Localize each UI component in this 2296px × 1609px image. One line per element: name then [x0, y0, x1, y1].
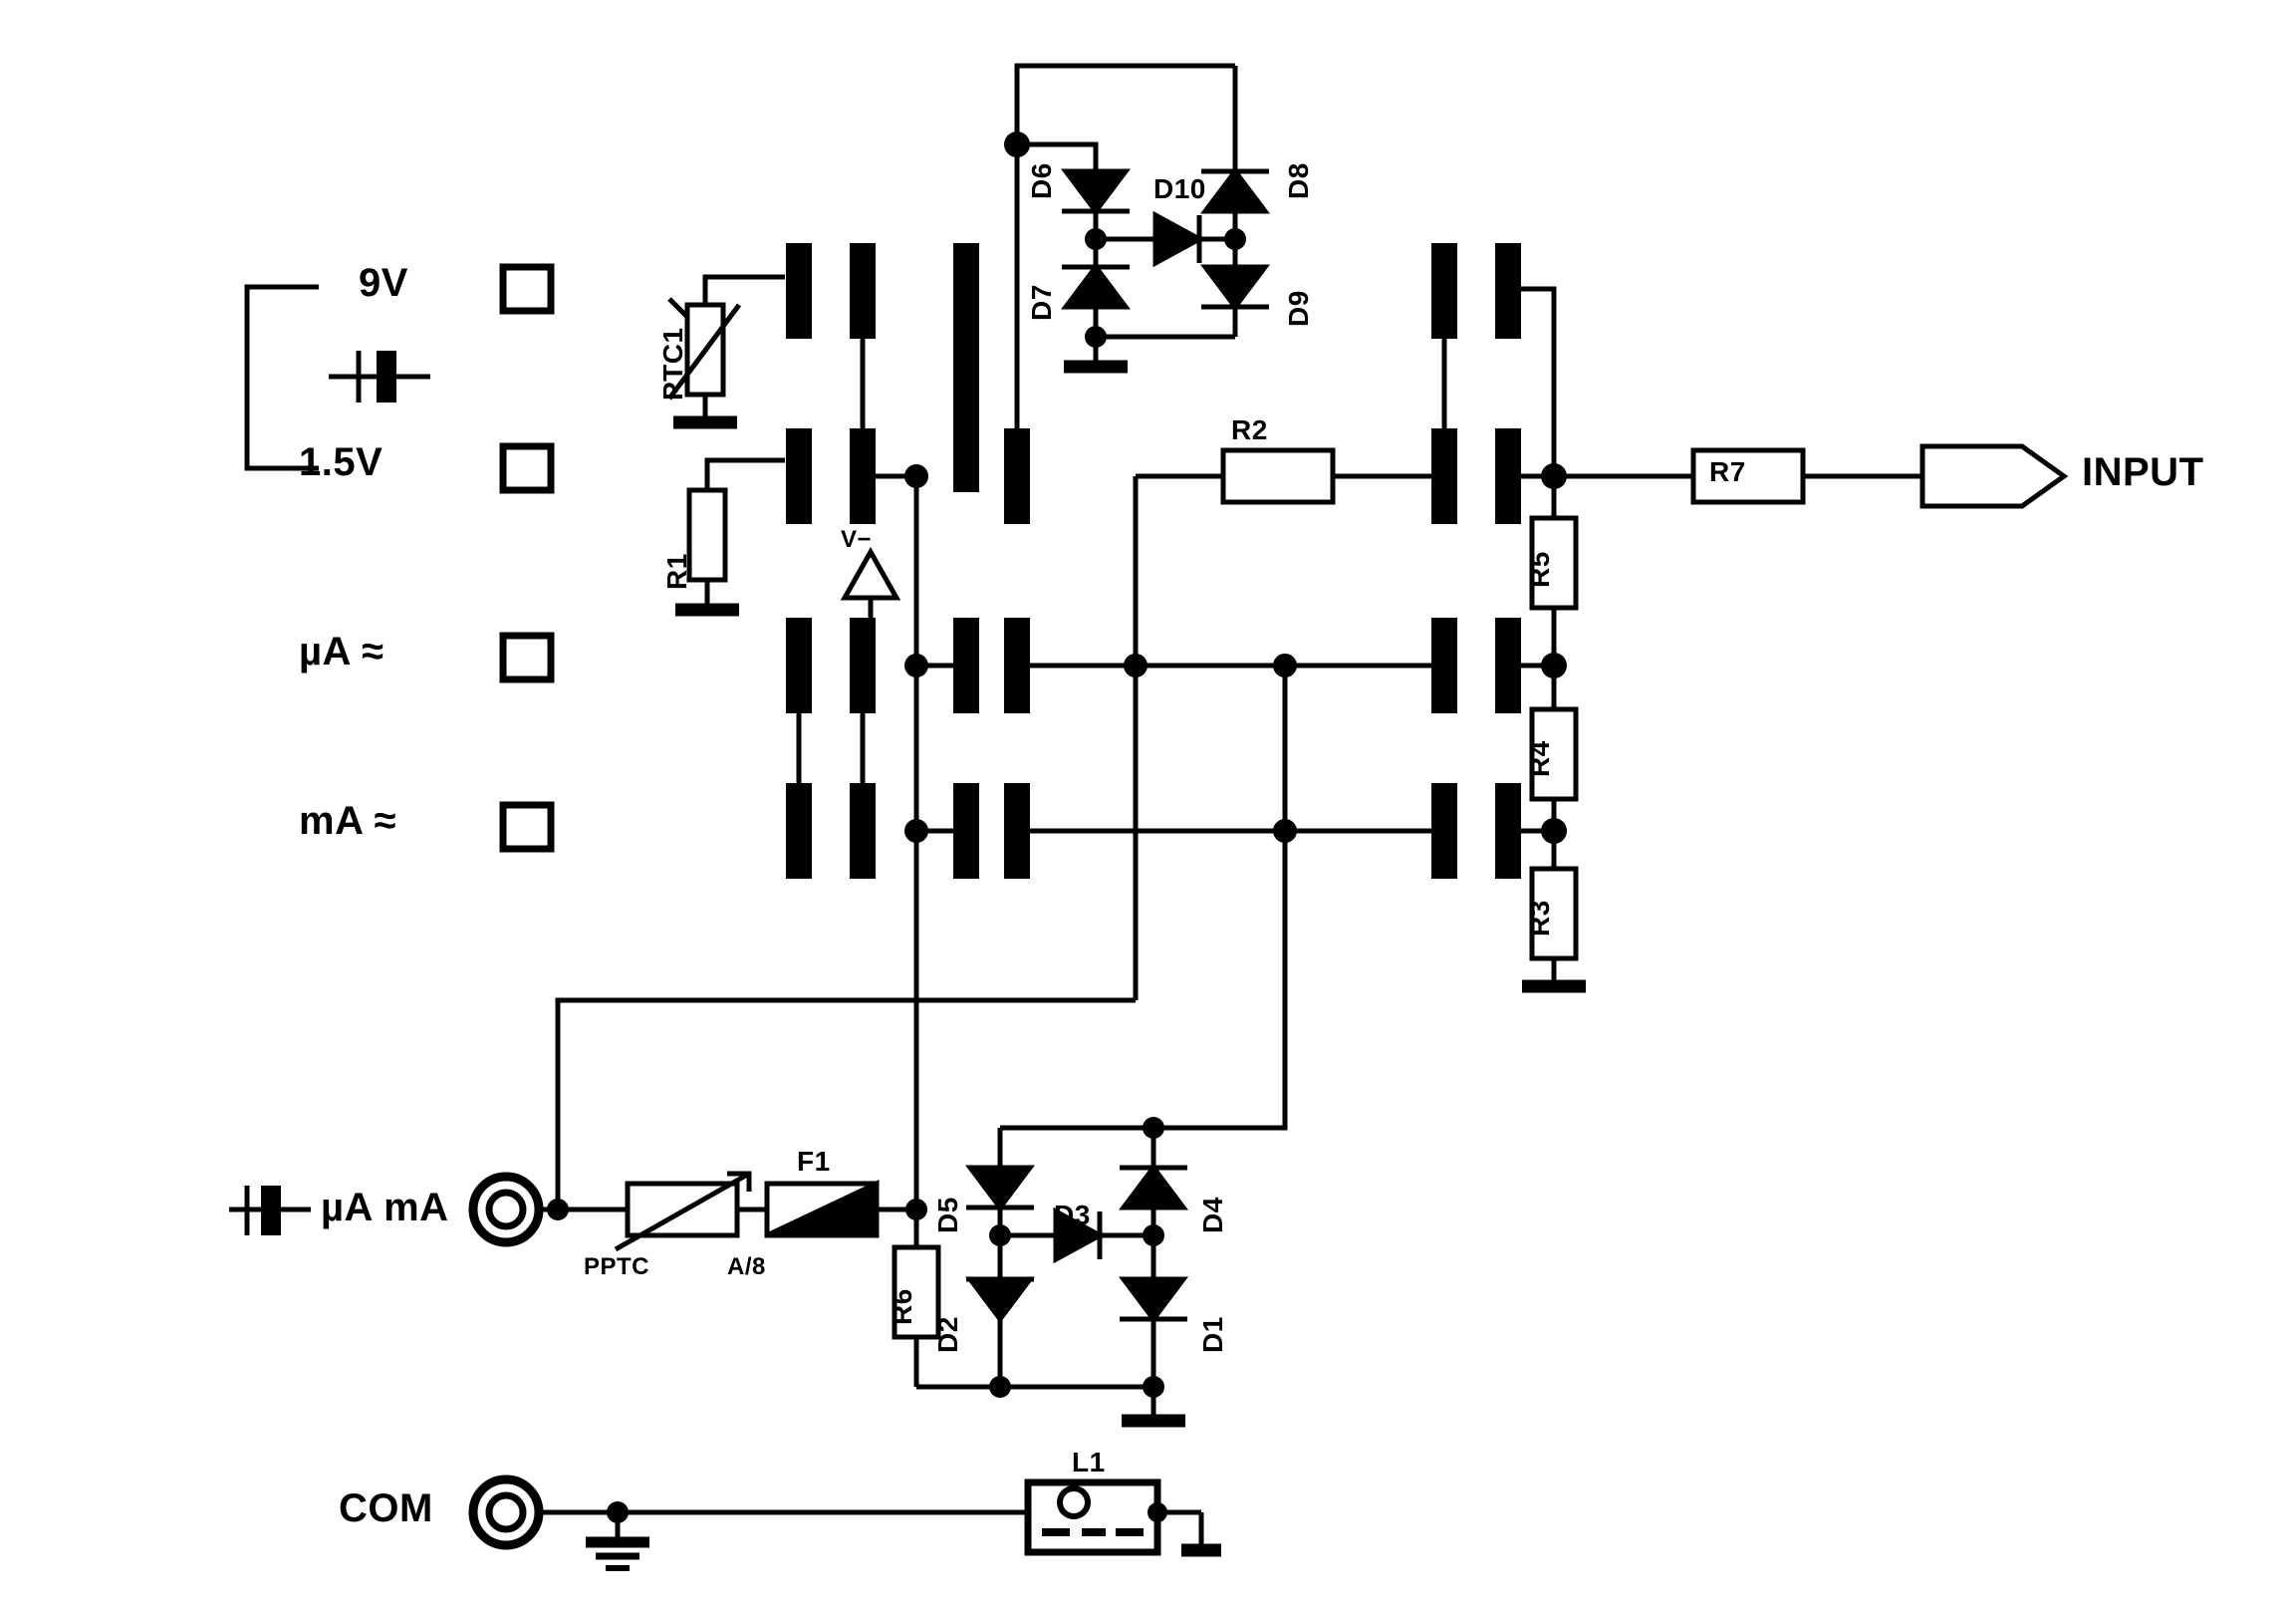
d9-label: D9: [1283, 290, 1314, 327]
switch-pad-column-f[interactable]: [1495, 243, 1521, 879]
selector-label-9v: 9V: [359, 261, 408, 305]
r4-label: R4: [1524, 740, 1555, 777]
input-port-label: INPUT: [2082, 450, 2204, 494]
selector-label-1-5v: 1.5V: [299, 440, 383, 484]
selector-label-ua-ac: µA ≈: [299, 630, 384, 673]
d6-label: D6: [1026, 162, 1057, 199]
schematic-sheet: 9V 1.5V µA ≈ mA ≈ µA mA COM INPUT PTC1 R…: [0, 0, 2296, 1609]
r5-label: R5: [1524, 551, 1555, 588]
selector-label-ma-ac: mA ≈: [299, 799, 397, 843]
ptc1-label: PTC1: [657, 327, 688, 401]
center-bar-top-lead: [1014, 63, 1235, 428]
com-terminal-row: [468, 1475, 1221, 1571]
r6-label: R6: [887, 1288, 917, 1325]
switch-pad-column-center-tall[interactable]: [953, 243, 979, 492]
test-point-label: V−: [841, 526, 873, 553]
d2-label: D2: [932, 1316, 963, 1353]
switch-pad-column-a[interactable]: [786, 243, 812, 879]
r1-label: R1: [661, 553, 692, 590]
row-bus-mid: [1030, 476, 1431, 834]
r3-label: R3: [1524, 900, 1555, 937]
d8-label: D8: [1283, 162, 1314, 199]
lower-bridge-feed: [1153, 831, 1288, 1131]
d4-label: D4: [1197, 1197, 1228, 1233]
f1-label: F1: [797, 1146, 831, 1177]
fuse-rating-label: A/8: [727, 1253, 766, 1280]
top-diode-bridge: [1017, 63, 1270, 374]
r2-branch: [1136, 447, 1431, 505]
r2-label: R2: [1231, 414, 1268, 445]
switch-pad-column-e[interactable]: [1431, 243, 1457, 879]
r7-input-branch: [1554, 443, 2069, 509]
ua-ma-terminal-label: µA mA: [321, 1186, 449, 1229]
d7-label: D7: [1026, 284, 1057, 321]
d5-label: D5: [932, 1197, 963, 1233]
battery-icon-selector: [329, 351, 430, 402]
d3-label: D3: [1054, 1200, 1091, 1230]
battery-icon-ua-ma: [229, 1186, 311, 1235]
switch-pad-column-d[interactable]: [1004, 428, 1030, 879]
switch-pad-column-c[interactable]: [953, 618, 979, 879]
r7-label: R7: [1709, 456, 1746, 487]
bottom-diode-bridge: [965, 1117, 1188, 1428]
switch-position-boxes[interactable]: [499, 263, 555, 853]
d10-label: D10: [1153, 173, 1206, 204]
d1-label: D1: [1197, 1316, 1228, 1353]
switch-pad-column-b[interactable]: [850, 243, 876, 879]
com-terminal-label: COM: [339, 1486, 433, 1530]
l1-label: L1: [1072, 1447, 1106, 1477]
test-point-vminus: [840, 546, 901, 622]
pptc-label: PPTC: [584, 1253, 650, 1280]
